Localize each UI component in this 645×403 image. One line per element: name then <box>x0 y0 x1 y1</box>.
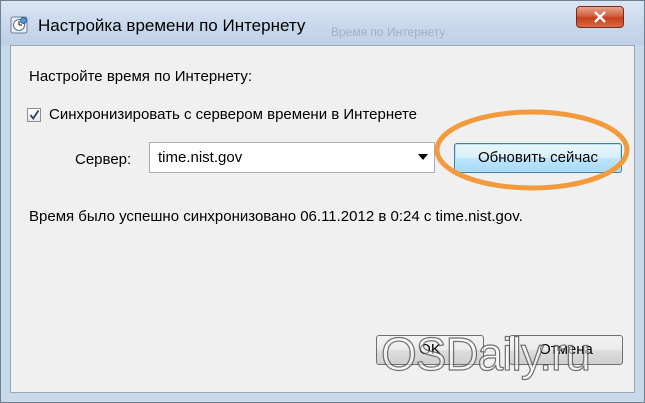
sync-status-text: Время было успешно синхронизовано 06.11.… <box>29 208 523 225</box>
server-select[interactable]: time.nist.gov <box>149 142 435 173</box>
server-value[interactable]: time.nist.gov <box>158 149 242 166</box>
clock-globe-icon <box>10 16 28 34</box>
update-now-button[interactable]: Обновить сейчас <box>454 143 622 173</box>
server-label: Сервер: <box>75 151 132 168</box>
close-button[interactable] <box>576 6 624 28</box>
dialog-content: Настройте время по Интернету: Синхронизи… <box>10 45 635 393</box>
window-title: Настройка времени по Интернету <box>38 16 306 35</box>
ok-button[interactable]: OK <box>376 335 484 365</box>
close-icon <box>594 11 606 23</box>
title-bar[interactable]: Настройка времени по Интернету Время по … <box>1 1 644 45</box>
sync-checkbox[interactable] <box>27 108 41 122</box>
chevron-down-icon[interactable] <box>418 154 428 160</box>
cancel-button[interactable]: Отмена <box>509 335 623 365</box>
sync-checkbox-label[interactable]: Синхронизировать с сервером времени в Ин… <box>49 106 417 123</box>
background-title-text: Время по Интернету <box>331 25 446 39</box>
checkmark-icon <box>29 110 40 121</box>
internet-time-settings-dialog: Настройка времени по Интернету Время по … <box>0 0 645 403</box>
dialog-heading: Настройте время по Интернету: <box>29 68 252 85</box>
